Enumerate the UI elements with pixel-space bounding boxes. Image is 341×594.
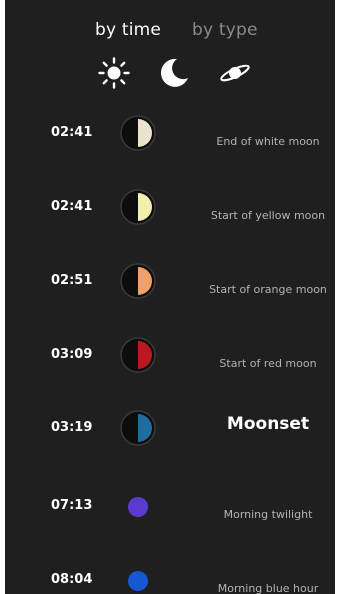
blue-hour-dot-icon [128, 571, 148, 591]
event-row[interactable]: 03:09 Start of red moon [5, 335, 335, 395]
event-row[interactable]: 02:51 Start of orange moon [5, 261, 335, 321]
moon-icon [160, 58, 188, 87]
white-moon-icon [120, 115, 156, 151]
event-label: Start of yellow moon [210, 209, 326, 222]
event-label: Start of orange moon [209, 283, 327, 296]
event-label: Start of red moon [219, 357, 317, 370]
event-row[interactable]: 03:19 Moonset [5, 408, 335, 468]
event-time: 02:41 [51, 199, 93, 214]
event-time: 02:41 [51, 125, 93, 140]
event-time: 08:04 [51, 572, 93, 587]
tab-by-type[interactable]: by type [192, 20, 258, 40]
view-tabs: by time by type [5, 20, 335, 46]
filter-bar [5, 56, 335, 90]
event-time: 07:13 [51, 498, 93, 513]
event-label: End of white moon [216, 135, 320, 148]
tab-by-time[interactable]: by time [95, 20, 161, 40]
moon-filter-button[interactable] [157, 56, 191, 90]
orange-moon-icon [120, 263, 156, 299]
event-time: 02:51 [51, 273, 93, 288]
red-moon-icon [120, 337, 156, 373]
moonset-icon [120, 410, 156, 446]
event-row[interactable]: 07:13 Morning twilight [5, 486, 335, 546]
app-window: by time by type 02:41 End of white moon … [5, 0, 335, 594]
event-row[interactable]: 02:41 End of white moon [5, 113, 335, 173]
event-time: 03:09 [51, 347, 93, 362]
planet-icon [220, 64, 250, 82]
event-row[interactable]: 02:41 Start of yellow moon [5, 187, 335, 247]
event-label: Morning twilight [223, 508, 313, 521]
sun-filter-button[interactable] [97, 56, 131, 90]
event-label: Morning blue hour [217, 582, 319, 594]
sun-icon [98, 57, 130, 89]
event-row[interactable]: 08:04 Morning blue hour [5, 560, 335, 594]
twilight-dot-icon [128, 497, 148, 517]
planet-filter-button[interactable] [218, 56, 252, 90]
event-label-highlight: Moonset [226, 414, 310, 434]
event-time: 03:19 [51, 420, 93, 435]
yellow-moon-icon [120, 189, 156, 225]
